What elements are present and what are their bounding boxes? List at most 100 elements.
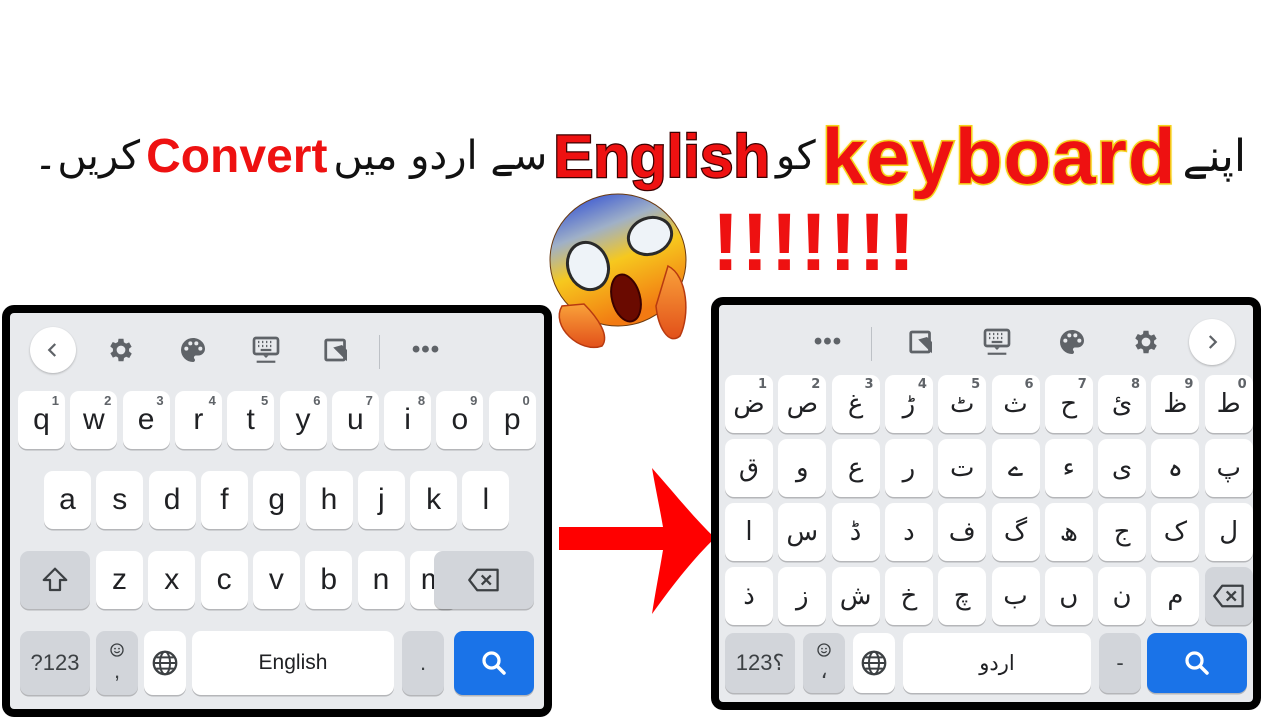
spacebar-label: English xyxy=(258,651,328,674)
key-p[interactable]: p0 xyxy=(488,391,536,449)
key-urdu[interactable]: غ3 xyxy=(831,375,880,433)
key-urdu[interactable]: ز xyxy=(778,567,827,625)
emoji-comma-key[interactable]: ، xyxy=(803,633,845,693)
search-action-key[interactable] xyxy=(454,631,534,695)
key-urdu[interactable]: ظ9 xyxy=(1151,375,1200,433)
key-label: k xyxy=(426,483,442,516)
symbols-key[interactable]: ?123 xyxy=(20,631,90,695)
key-j[interactable]: j xyxy=(357,471,405,529)
key-i[interactable]: i8 xyxy=(384,391,432,449)
key-urdu[interactable]: ث6 xyxy=(991,375,1040,433)
key-urdu[interactable]: ہ xyxy=(1151,439,1200,497)
key-urdu[interactable]: د xyxy=(884,503,933,561)
key-urdu[interactable]: ے xyxy=(991,439,1040,497)
key-urdu[interactable]: ی xyxy=(1098,439,1147,497)
key-urdu[interactable]: ت xyxy=(938,439,987,497)
key-r[interactable]: r4 xyxy=(174,391,222,449)
key-urdu[interactable]: چ xyxy=(938,567,987,625)
key-number-hint: 0 xyxy=(1237,377,1247,392)
key-l[interactable]: l xyxy=(462,471,510,529)
key-label: د xyxy=(903,517,915,547)
key-e[interactable]: e3 xyxy=(122,391,170,449)
key-h[interactable]: h xyxy=(305,471,353,529)
theme-button[interactable] xyxy=(170,327,216,373)
key-t[interactable]: t5 xyxy=(227,391,275,449)
period-key[interactable]: . xyxy=(402,631,444,695)
key-g[interactable]: g xyxy=(253,471,301,529)
key-q[interactable]: q1 xyxy=(18,391,65,449)
key-urdu[interactable]: ھ xyxy=(1044,503,1093,561)
backspace-key[interactable] xyxy=(1204,567,1253,625)
keyboard-layout-button[interactable] xyxy=(243,327,289,373)
key-urdu[interactable]: ب xyxy=(991,567,1040,625)
key-f[interactable]: f xyxy=(200,471,248,529)
key-c[interactable]: c xyxy=(200,551,248,609)
key-z[interactable]: z xyxy=(96,551,143,609)
key-urdu[interactable]: ض1 xyxy=(725,375,773,433)
theme-button[interactable] xyxy=(1049,319,1095,365)
key-urdu[interactable]: ل xyxy=(1204,503,1253,561)
key-urdu[interactable]: ا xyxy=(725,503,773,561)
more-options-button[interactable]: ••• xyxy=(403,327,449,373)
key-a[interactable]: a xyxy=(44,471,91,529)
key-urdu[interactable]: ق xyxy=(725,439,773,497)
more-options-button[interactable]: ••• xyxy=(805,319,851,365)
spacebar[interactable]: اردو xyxy=(903,633,1091,693)
key-k[interactable]: k xyxy=(410,471,458,529)
key-urdu[interactable]: م xyxy=(1151,567,1200,625)
comma-label: ، xyxy=(820,658,828,683)
key-o[interactable]: o9 xyxy=(436,391,484,449)
keyboard-icon xyxy=(252,336,280,363)
key-u[interactable]: u7 xyxy=(331,391,379,449)
key-x[interactable]: x xyxy=(148,551,196,609)
key-urdu[interactable]: ج xyxy=(1098,503,1147,561)
settings-button[interactable] xyxy=(1123,319,1169,365)
back-chevron-button[interactable] xyxy=(30,327,76,373)
search-action-key[interactable] xyxy=(1147,633,1247,693)
key-urdu[interactable]: ر xyxy=(884,439,933,497)
key-number-hint: 1 xyxy=(51,393,59,408)
key-urdu[interactable]: ف xyxy=(938,503,987,561)
key-urdu[interactable]: س xyxy=(778,503,827,561)
shift-key[interactable] xyxy=(20,551,90,609)
key-urdu[interactable]: ذ xyxy=(725,567,773,625)
key-w[interactable]: w2 xyxy=(70,391,118,449)
key-n[interactable]: n xyxy=(357,551,405,609)
key-urdu[interactable]: ک xyxy=(1151,503,1200,561)
forward-chevron-button[interactable] xyxy=(1189,319,1235,365)
key-urdu[interactable]: ن xyxy=(1098,567,1147,625)
key-urdu[interactable]: گ xyxy=(991,503,1040,561)
key-label: خ xyxy=(900,581,918,611)
key-urdu[interactable]: ٹ5 xyxy=(938,375,987,433)
symbols-key[interactable]: ؟123 xyxy=(725,633,795,693)
period-key[interactable]: - xyxy=(1099,633,1141,693)
key-urdu[interactable]: ڈ xyxy=(831,503,880,561)
key-d[interactable]: d xyxy=(148,471,196,529)
key-urdu[interactable]: ں xyxy=(1044,567,1093,625)
key-v[interactable]: v xyxy=(252,551,300,609)
settings-button[interactable] xyxy=(98,327,144,373)
emoji-comma-key[interactable]: , xyxy=(96,631,138,695)
key-urdu[interactable]: ط0 xyxy=(1204,375,1253,433)
keyboard-layout-button[interactable] xyxy=(974,319,1020,365)
key-number-hint: 0 xyxy=(522,393,530,408)
one-handed-mode-button[interactable] xyxy=(314,327,360,373)
key-urdu[interactable]: ڑ4 xyxy=(884,375,933,433)
key-urdu[interactable]: ح7 xyxy=(1044,375,1093,433)
key-urdu[interactable]: و xyxy=(778,439,827,497)
spacebar[interactable]: English xyxy=(192,631,394,695)
backspace-key[interactable] xyxy=(434,551,534,609)
key-y[interactable]: y6 xyxy=(279,391,327,449)
key-urdu[interactable]: پ xyxy=(1204,439,1253,497)
key-urdu[interactable]: ء xyxy=(1044,439,1093,497)
key-urdu[interactable]: ش xyxy=(831,567,880,625)
key-urdu[interactable]: خ xyxy=(884,567,933,625)
language-switch-key[interactable] xyxy=(853,633,895,693)
language-switch-key[interactable] xyxy=(144,631,186,695)
key-s[interactable]: s xyxy=(96,471,144,529)
key-urdu[interactable]: ئ8 xyxy=(1098,375,1147,433)
one-handed-mode-button[interactable] xyxy=(899,319,945,365)
key-b[interactable]: b xyxy=(305,551,353,609)
key-urdu[interactable]: ع xyxy=(831,439,880,497)
key-urdu[interactable]: ص2 xyxy=(778,375,827,433)
